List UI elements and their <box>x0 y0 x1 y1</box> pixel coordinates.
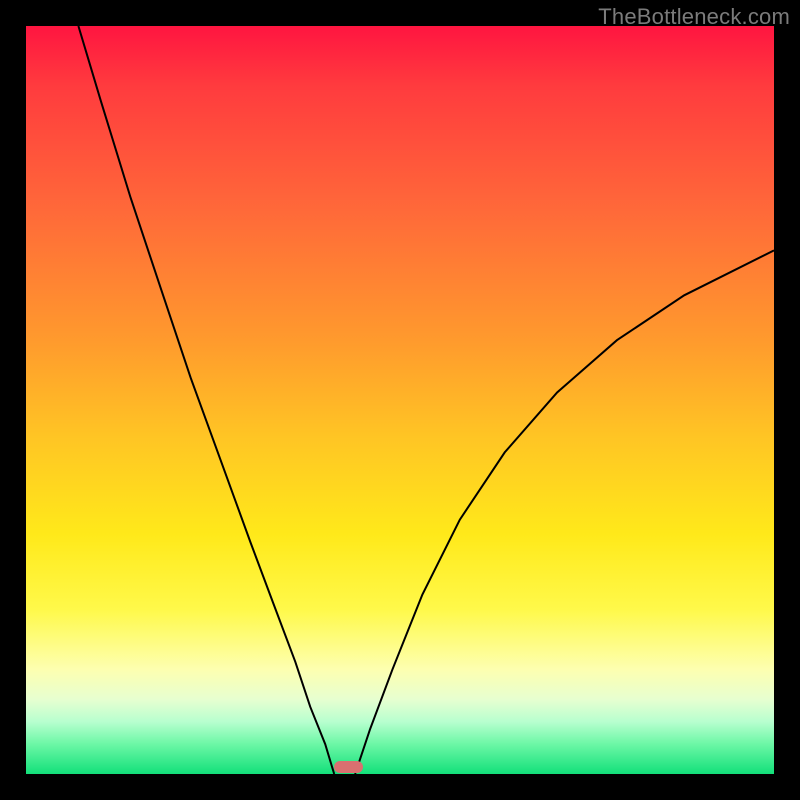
optimal-marker <box>334 761 362 773</box>
curve-svg <box>26 26 774 774</box>
bottleneck-curve-left <box>78 26 334 774</box>
watermark-text: TheBottleneck.com <box>598 4 790 30</box>
chart-plot-area <box>26 26 774 774</box>
bottleneck-curve-right <box>355 250 774 774</box>
chart-frame: TheBottleneck.com <box>0 0 800 800</box>
